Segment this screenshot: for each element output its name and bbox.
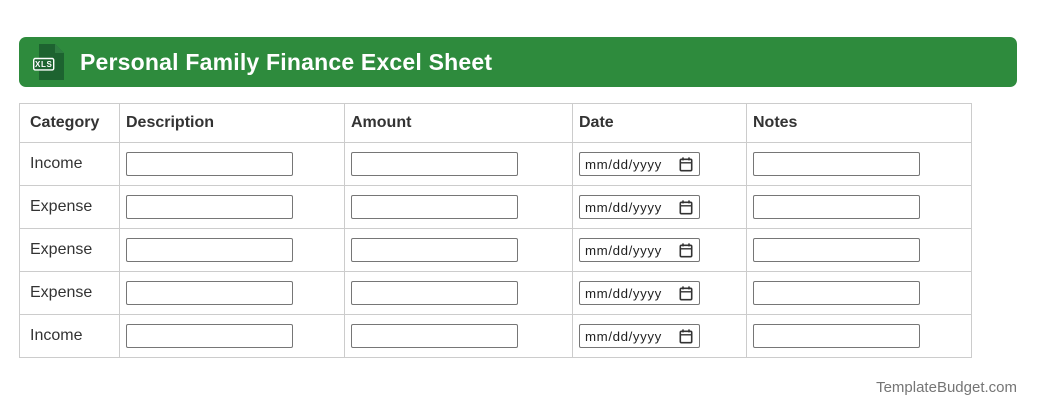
description-input[interactable] [126,238,293,262]
calendar-icon[interactable] [679,199,693,215]
date-input[interactable]: mm/dd/yyyy [579,238,700,262]
header-bar: XLS Personal Family Finance Excel Sheet [19,37,1017,87]
table-row: Income mm/dd/yyyy [19,314,972,358]
amount-input[interactable] [351,281,518,305]
category-cell: Expense [19,228,120,272]
date-input[interactable]: mm/dd/yyyy [579,281,700,305]
category-cell: Income [19,314,120,358]
notes-input[interactable] [753,281,920,305]
date-input[interactable]: mm/dd/yyyy [579,324,700,348]
date-input[interactable]: mm/dd/yyyy [579,152,700,176]
notes-input[interactable] [753,195,920,219]
notes-cell [746,271,972,315]
date-cell: mm/dd/yyyy [572,142,747,186]
date-placeholder: mm/dd/yyyy [585,328,662,344]
description-input[interactable] [126,195,293,219]
calendar-icon[interactable] [679,328,693,344]
category-cell: Expense [19,185,120,229]
description-input[interactable] [126,281,293,305]
notes-cell [746,185,972,229]
column-header-notes: Notes [746,103,972,143]
table-header-row: Category Description Amount Date Notes [19,103,972,143]
calendar-icon[interactable] [679,156,693,172]
column-header-amount: Amount [344,103,573,143]
calendar-icon[interactable] [679,242,693,258]
description-cell [119,271,345,315]
date-placeholder: mm/dd/yyyy [585,242,662,258]
notes-input[interactable] [753,238,920,262]
amount-input[interactable] [351,195,518,219]
xls-icon-label: XLS [35,60,52,69]
table-row: Expense mm/dd/yyyy [19,185,972,229]
date-cell: mm/dd/yyyy [572,314,747,358]
amount-input[interactable] [351,238,518,262]
amount-input[interactable] [351,324,518,348]
table-row: Expense mm/dd/yyyy [19,271,972,315]
calendar-icon[interactable] [679,285,693,301]
amount-cell [344,228,573,272]
amount-input[interactable] [351,152,518,176]
notes-input[interactable] [753,324,920,348]
column-header-date: Date [572,103,747,143]
page-title: Personal Family Finance Excel Sheet [80,48,493,75]
table-row: Income mm/dd/yyyy [19,142,972,186]
description-cell [119,142,345,186]
category-cell: Expense [19,271,120,315]
table-row: Expense mm/dd/yyyy [19,228,972,272]
date-cell: mm/dd/yyyy [572,271,747,315]
xls-file-icon: XLS [33,44,64,80]
date-placeholder: mm/dd/yyyy [585,285,662,301]
footer-site-name: TemplateBudget.com [876,379,1017,396]
date-cell: mm/dd/yyyy [572,185,747,229]
notes-cell [746,228,972,272]
finance-table: Category Description Amount Date Notes I… [19,103,972,358]
description-input[interactable] [126,152,293,176]
page: XLS Personal Family Finance Excel Sheet … [0,0,1040,396]
category-cell: Income [19,142,120,186]
column-header-category: Category [19,103,120,143]
amount-cell [344,271,573,315]
amount-cell [344,142,573,186]
description-input[interactable] [126,324,293,348]
notes-input[interactable] [753,152,920,176]
description-cell [119,314,345,358]
date-placeholder: mm/dd/yyyy [585,156,662,172]
date-placeholder: mm/dd/yyyy [585,199,662,215]
amount-cell [344,314,573,358]
notes-cell [746,142,972,186]
date-cell: mm/dd/yyyy [572,228,747,272]
description-cell [119,185,345,229]
column-header-description: Description [119,103,345,143]
date-input[interactable]: mm/dd/yyyy [579,195,700,219]
description-cell [119,228,345,272]
amount-cell [344,185,573,229]
notes-cell [746,314,972,358]
